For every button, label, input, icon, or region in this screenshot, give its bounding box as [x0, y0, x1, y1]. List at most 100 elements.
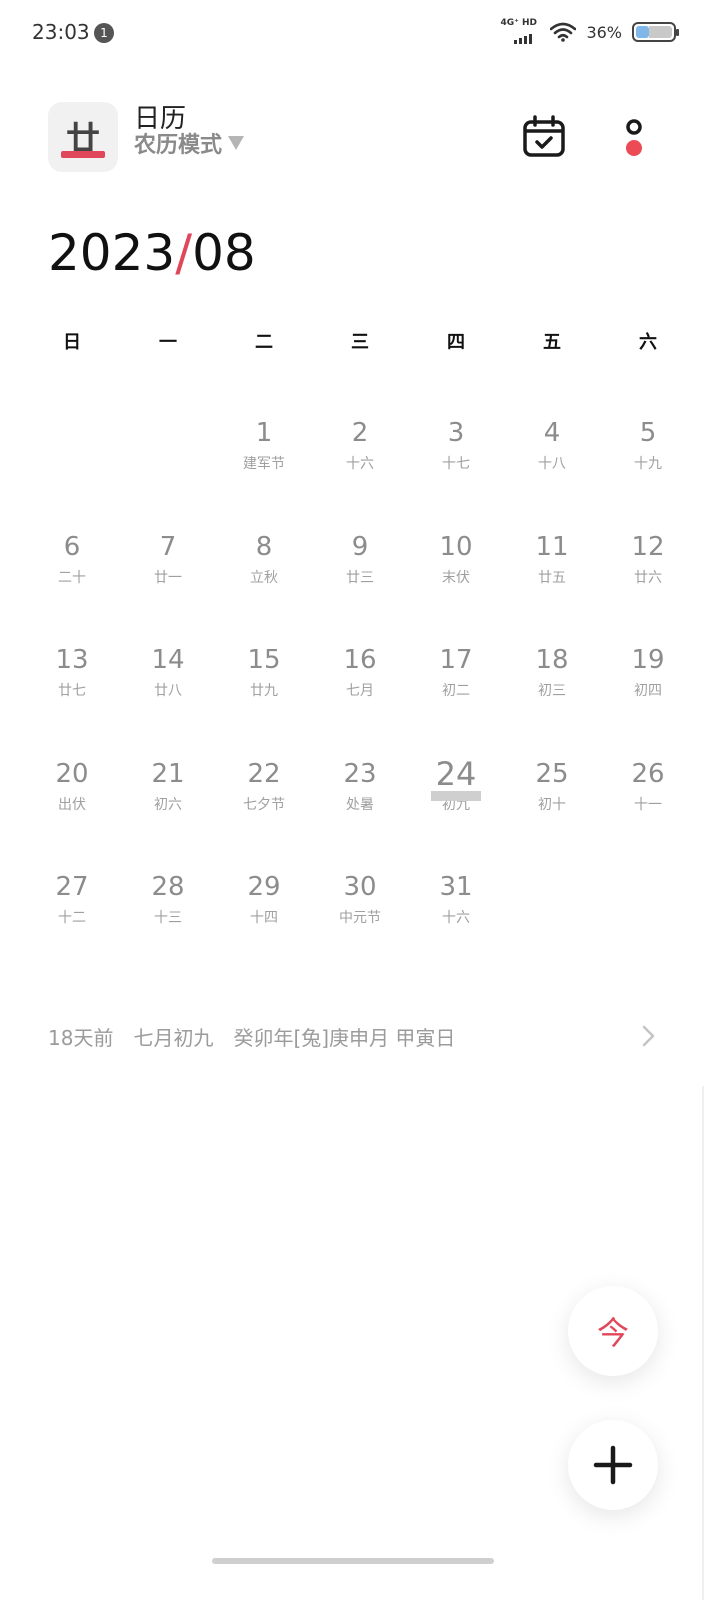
lunar-label: 廿六 — [634, 569, 662, 586]
day-number: 4 — [543, 418, 561, 448]
day-cell[interactable]: 31 十六 — [408, 850, 504, 964]
weekday-label: 三 — [351, 332, 369, 353]
lunar-label: 中元节 — [339, 910, 381, 926]
day-cell[interactable]: 29 十四 — [216, 850, 312, 964]
day-cell[interactable]: 13 廿七 — [24, 623, 120, 737]
day-cell-empty — [24, 396, 120, 510]
logo-accent-bar — [61, 151, 105, 158]
day-cell[interactable]: 26 十一 — [600, 737, 696, 851]
calendar-grid: 1 建军节 2 十六 3 十七 4 十八 5 十九 6 二十 7 廿一 8 立秋 9 廿三 10 末… — [24, 396, 696, 964]
lunar-info-row[interactable]: 18天前 七月初九 癸卯年[兔]庚申月 甲寅日 — [48, 1016, 672, 1056]
month-title[interactable]: 2023/08 — [48, 224, 256, 282]
day-cell[interactable]: 21 初六 — [120, 737, 216, 851]
dropdown-triangle-icon — [228, 136, 245, 150]
day-number: 13 — [55, 645, 89, 675]
network-label: 4G⁺ HD — [500, 18, 537, 28]
day-cell[interactable]: 22 七夕节 — [216, 737, 312, 851]
day-cell[interactable]: 14 廿八 — [120, 623, 216, 737]
lunar-label: 十九 — [634, 456, 662, 472]
day-number: 18 — [535, 645, 569, 675]
lunar-label: 七夕节 — [243, 796, 285, 813]
day-cell[interactable]: 6 二十 — [24, 510, 120, 624]
day-cell[interactable]: 18 初三 — [504, 623, 600, 737]
week-row: 1 建军节 2 十六 3 十七 4 十八 5 十九 — [24, 396, 696, 510]
lunar-label: 廿五 — [538, 569, 566, 586]
day-cell[interactable]: 9 廿三 — [312, 510, 408, 624]
lunar-label: 十一 — [634, 796, 662, 813]
day-number: 11 — [535, 531, 569, 562]
lunar-label: 初六 — [154, 796, 182, 813]
day-cell[interactable]: 3 十七 — [408, 396, 504, 510]
day-number: 16 — [343, 645, 377, 675]
day-cell[interactable]: 27 十二 — [24, 850, 120, 964]
lunar-label: 七月 — [346, 683, 374, 699]
day-cell[interactable]: 25 初十 — [504, 737, 600, 851]
day-cell[interactable]: 2 十六 — [312, 396, 408, 510]
more-button[interactable] — [606, 110, 662, 166]
lunar-label: 十四 — [250, 910, 278, 926]
day-cell[interactable]: 10 末伏 — [408, 510, 504, 624]
notification-badge: 1 — [94, 23, 114, 43]
status-bar: 23:03 1 4G⁺ HD 36% — [0, 0, 720, 64]
lunar-label: 二十 — [58, 569, 86, 586]
day-number: 8 — [255, 531, 273, 562]
cellular-signal-icon: 4G⁺ HD — [500, 18, 540, 46]
plus-icon — [593, 1445, 633, 1485]
calendar-mode-label: 农历模式 — [134, 133, 223, 158]
home-indicator[interactable] — [212, 1558, 494, 1564]
day-cell[interactable]: 7 廿一 — [120, 510, 216, 624]
lunar-label: 建军节 — [243, 456, 285, 472]
day-cell[interactable]: 12 廿六 — [600, 510, 696, 624]
chevron-right-icon — [642, 1025, 655, 1047]
day-cell[interactable]: 19 初四 — [600, 623, 696, 737]
day-number: 31 — [439, 872, 473, 902]
day-number: 23 — [343, 758, 377, 789]
day-number: 17 — [439, 645, 473, 675]
lunar-label: 廿一 — [154, 569, 182, 586]
day-cell-empty — [120, 396, 216, 510]
day-number: 14 — [151, 645, 185, 675]
day-number: 24 — [435, 754, 477, 793]
weekday-label: 二 — [255, 332, 273, 353]
day-cell[interactable]: 8 立秋 — [216, 510, 312, 624]
wifi-icon — [550, 22, 577, 42]
day-cell[interactable]: 23 处暑 — [312, 737, 408, 851]
lunar-label: 十三 — [154, 910, 182, 926]
lunar-label: 末伏 — [442, 569, 470, 586]
today-button[interactable]: 今 — [568, 1286, 658, 1376]
schedule-button[interactable] — [516, 110, 572, 166]
more-dots-icon — [626, 119, 642, 156]
day-cell[interactable]: 4 十八 — [504, 396, 600, 510]
battery-icon — [632, 22, 679, 42]
day-cell[interactable]: 28 十三 — [120, 850, 216, 964]
lunar-label: 十七 — [442, 456, 470, 472]
day-cell[interactable]: 17 初二 — [408, 623, 504, 737]
lunar-label: 初三 — [538, 683, 566, 699]
status-icons: 4G⁺ HD 36% — [500, 18, 679, 46]
day-number: 29 — [247, 872, 281, 902]
month-title-year: 2023 — [48, 224, 176, 282]
day-number: 20 — [55, 758, 89, 789]
app-logo: 廿 — [48, 102, 118, 172]
day-cell[interactable]: 1 建军节 — [216, 396, 312, 510]
day-cell[interactable]: 15 廿九 — [216, 623, 312, 737]
day-cell-today[interactable]: 24 初九 — [408, 737, 504, 851]
day-number: 19 — [631, 645, 665, 675]
week-row: 13 廿七 14 廿八 15 廿九 16 七月 17 初二 18 初三 19 初四 — [24, 623, 696, 737]
day-cell[interactable]: 20 出伏 — [24, 737, 120, 851]
day-cell[interactable]: 16 七月 — [312, 623, 408, 737]
calendar-mode-dropdown[interactable]: 农历模式 — [134, 128, 245, 158]
day-cell[interactable]: 11 廿五 — [504, 510, 600, 624]
today-button-label: 今 — [596, 1314, 629, 1352]
weekday-header: 日 一 二 三 四 五 六 — [24, 328, 696, 354]
day-cell[interactable]: 30 中元节 — [312, 850, 408, 964]
day-number: 5 — [639, 418, 657, 448]
day-number: 30 — [343, 872, 377, 902]
month-title-month: 08 — [192, 224, 256, 282]
today-highlight-bar — [431, 790, 481, 801]
add-event-button[interactable] — [568, 1420, 658, 1510]
weekday-label: 日 — [63, 332, 81, 353]
day-cell[interactable]: 5 十九 — [600, 396, 696, 510]
calendar-check-icon — [523, 115, 565, 157]
day-number: 2 — [351, 418, 369, 448]
